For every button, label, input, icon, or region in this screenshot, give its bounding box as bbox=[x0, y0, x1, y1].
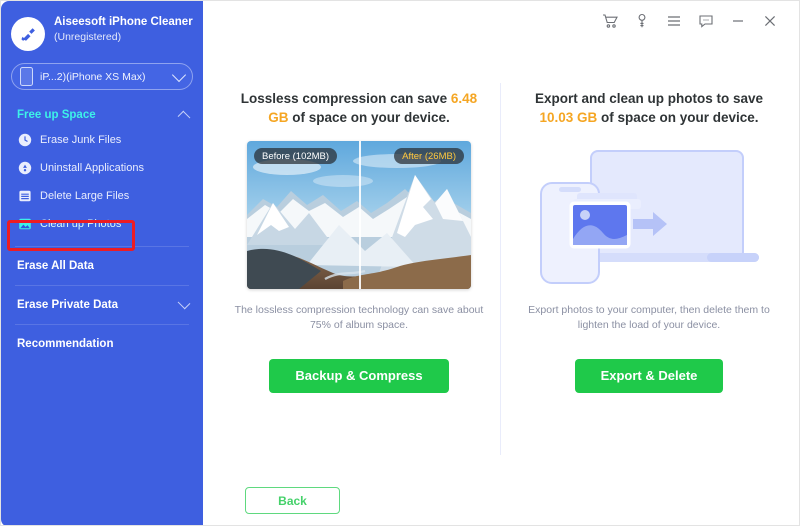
nav-group-header-erase-all-data[interactable]: Erase All Data bbox=[1, 255, 203, 277]
sidebar-item-erase-junk-files[interactable]: Erase Junk Files bbox=[1, 126, 203, 154]
application-window: Aiseesoft iPhone Cleaner (Unregistered) … bbox=[0, 0, 800, 526]
nav-group-label: Erase Private Data bbox=[17, 299, 119, 311]
sidebar-item-delete-large-files[interactable]: Delete Large Files bbox=[1, 182, 203, 210]
nav-group-label: Free up Space bbox=[17, 109, 96, 121]
heading-value: 10.03 GB bbox=[539, 110, 598, 125]
sidebar: Aiseesoft iPhone Cleaner (Unregistered) … bbox=[1, 1, 203, 525]
device-label: iP...2)(iPhone XS Max) bbox=[40, 70, 146, 83]
cart-icon[interactable] bbox=[597, 8, 623, 34]
app-status: (Unregistered) bbox=[54, 30, 122, 43]
export-caption: Export photos to your computer, then del… bbox=[528, 304, 770, 331]
export-illustration bbox=[529, 141, 769, 289]
compression-caption: The lossless compression technology can … bbox=[234, 304, 484, 331]
close-icon[interactable] bbox=[757, 8, 783, 34]
clock-icon bbox=[18, 133, 32, 147]
sidebar-item-label: Clean up Photos bbox=[40, 218, 122, 230]
main-content: Lossless compression can save 6.48 GB of… bbox=[203, 41, 799, 525]
key-icon[interactable] bbox=[629, 8, 655, 34]
chevron-up-icon bbox=[177, 110, 191, 124]
photo-split-divider bbox=[359, 141, 361, 289]
feedback-icon[interactable] bbox=[693, 8, 719, 34]
nav-group-recommendation: Recommendation bbox=[1, 333, 203, 355]
nav-group-header-free-up-space[interactable]: Free up Space bbox=[1, 104, 203, 126]
sidebar-divider bbox=[15, 324, 189, 325]
app-logo-icon bbox=[11, 17, 45, 51]
backup-compress-button[interactable]: Backup & Compress bbox=[269, 359, 449, 393]
compression-heading: Lossless compression can save 6.48 GB of… bbox=[223, 89, 495, 127]
sidebar-divider bbox=[15, 246, 189, 247]
panel-divider bbox=[500, 83, 501, 455]
brand: Aiseesoft iPhone Cleaner (Unregistered) bbox=[1, 1, 203, 51]
export-heading: Export and clean up photos to save 10.03… bbox=[513, 89, 785, 127]
titlebar bbox=[201, 1, 799, 41]
sidebar-item-label: Erase Junk Files bbox=[40, 134, 122, 146]
heading-suffix: of space on your device. bbox=[288, 110, 450, 125]
compression-cta-wrap: Backup & Compress bbox=[223, 359, 495, 393]
nav-group-header-erase-private-data[interactable]: Erase Private Data bbox=[1, 294, 203, 316]
export-delete-button[interactable]: Export & Delete bbox=[574, 359, 724, 393]
nav-group-erase-private-data: Erase Private Data bbox=[1, 294, 203, 316]
file-list-icon bbox=[18, 189, 32, 203]
nav-group-header-recommendation[interactable]: Recommendation bbox=[1, 333, 203, 355]
nav-group-label: Erase All Data bbox=[17, 260, 94, 272]
nav-group-erase-all-data: Erase All Data bbox=[1, 255, 203, 277]
sidebar-item-label: Uninstall Applications bbox=[40, 162, 144, 174]
before-after-photo: Before (102MB) After (26MB) bbox=[247, 141, 471, 289]
nav-group-label: Recommendation bbox=[17, 338, 114, 350]
sidebar-item-label: Delete Large Files bbox=[40, 190, 130, 202]
brand-text: Aiseesoft iPhone Cleaner (Unregistered) bbox=[54, 15, 193, 44]
device-selector[interactable]: iP...2)(iPhone XS Max) bbox=[11, 63, 193, 90]
nav-group-free-up-space: Free up Space Erase Junk Files Uninstall… bbox=[1, 104, 203, 238]
back-button[interactable]: Back bbox=[245, 487, 340, 514]
sidebar-divider bbox=[15, 285, 189, 286]
export-cta-wrap: Export & Delete bbox=[513, 359, 785, 393]
export-panel: Export and clean up photos to save 10.03… bbox=[513, 89, 785, 393]
photo-icon bbox=[18, 217, 32, 231]
chevron-down-icon bbox=[171, 67, 187, 82]
heading-prefix: Lossless compression can save bbox=[240, 91, 451, 106]
chevron-down-icon bbox=[177, 296, 191, 310]
before-tag: Before (102MB) bbox=[254, 148, 338, 164]
app-name: Aiseesoft iPhone Cleaner bbox=[54, 16, 193, 28]
after-tag: After (26MB) bbox=[394, 148, 464, 164]
heading-suffix: of space on your device. bbox=[597, 110, 759, 125]
phone-icon bbox=[20, 67, 33, 86]
sidebar-item-uninstall-applications[interactable]: Uninstall Applications bbox=[1, 154, 203, 182]
compression-panel: Lossless compression can save 6.48 GB of… bbox=[223, 89, 495, 393]
menu-icon[interactable] bbox=[661, 8, 687, 34]
sidebar-item-clean-up-photos[interactable]: Clean up Photos bbox=[1, 210, 203, 238]
app-uninstall-icon bbox=[18, 161, 32, 175]
minimize-icon[interactable] bbox=[725, 8, 751, 34]
heading-prefix: Export and clean up photos to save bbox=[534, 91, 764, 106]
